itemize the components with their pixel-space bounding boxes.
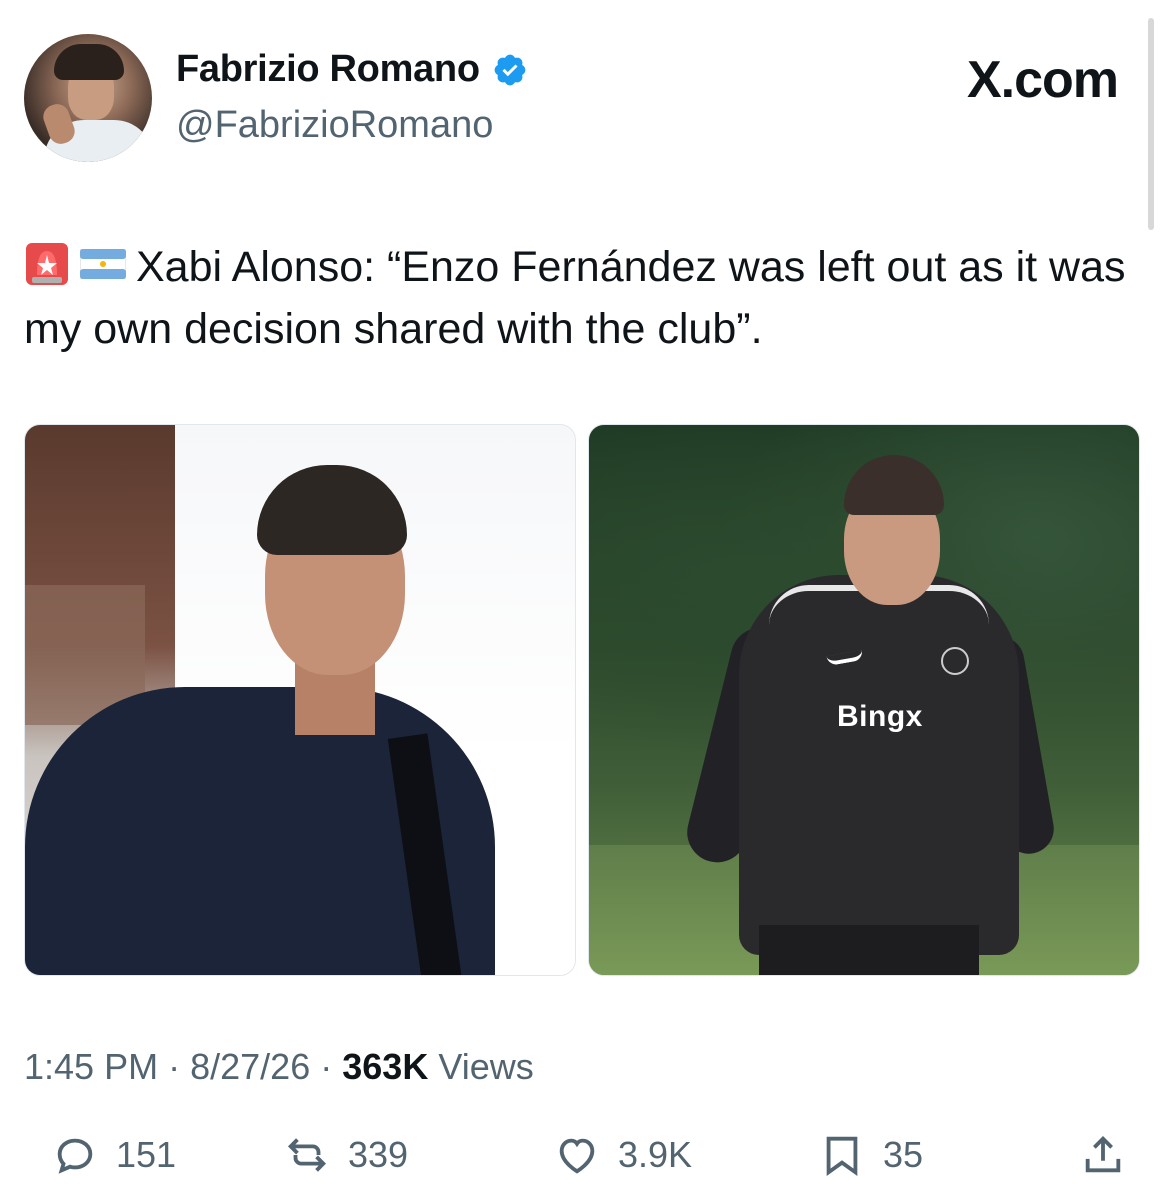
views-label: Views [438, 1046, 534, 1087]
like-button[interactable]: 3.9K [554, 1132, 692, 1178]
meta-separator: · [320, 1046, 333, 1087]
repost-count: 339 [348, 1134, 409, 1175]
meta-separator: · [168, 1046, 181, 1087]
club-crest-icon [941, 647, 969, 675]
tweet-card: Fabrizio Romano @FabrizioRomano X.com Xa… [0, 0, 1164, 1200]
scrollbar-thumb[interactable] [1148, 18, 1154, 230]
media-grid: Bingx [24, 424, 1140, 976]
views-count[interactable]: 363K [342, 1046, 428, 1087]
bookmark-count: 35 [883, 1134, 924, 1175]
sponsor-logo-text: Bingx [837, 700, 923, 733]
tweet-date[interactable]: 8/27/26 [190, 1046, 310, 1087]
tweet-text: Xabi Alonso: “Enzo Fernández was left ou… [24, 236, 1144, 360]
photo-xabi-alonso[interactable] [24, 424, 576, 976]
repost-button[interactable]: 339 [284, 1132, 408, 1178]
reply-icon [57, 1138, 93, 1174]
reply-count: 151 [116, 1134, 177, 1175]
rotating-light-icon [26, 243, 68, 285]
photo-person-hair [257, 465, 407, 555]
display-name[interactable]: Fabrizio Romano [176, 48, 480, 91]
avatar[interactable] [24, 34, 152, 162]
reply-button[interactable]: 151 [52, 1132, 176, 1178]
action-bar: 151 339 3.9K 35 [24, 1132, 1140, 1188]
verified-badge-icon [494, 54, 526, 85]
share-icon [1085, 1135, 1121, 1173]
like-count: 3.9K [618, 1134, 693, 1175]
bookmark-button[interactable]: 35 [819, 1132, 923, 1178]
x-brand-logo: X.com [966, 51, 1119, 109]
author-name-row[interactable]: Fabrizio Romano [176, 48, 528, 91]
bookmark-icon [826, 1136, 858, 1176]
argentina-flag-icon [80, 249, 126, 279]
share-button[interactable] [1080, 1132, 1126, 1178]
photo-shorts [759, 925, 979, 975]
tweet-body-text: Xabi Alonso: “Enzo Fernández was left ou… [24, 243, 1126, 353]
author-handle[interactable]: @FabrizioRomano [176, 104, 493, 147]
tweet-meta: 1:45 PM · 8/27/26 · 363K Views [24, 1046, 534, 1088]
photo-training-top [739, 575, 1019, 955]
tweet-time[interactable]: 1:45 PM [24, 1046, 158, 1087]
repost-icon [287, 1138, 327, 1172]
avatar-hair [54, 44, 124, 80]
heart-icon [559, 1138, 595, 1174]
photo-enzo-fernandez[interactable]: Bingx [588, 424, 1140, 976]
